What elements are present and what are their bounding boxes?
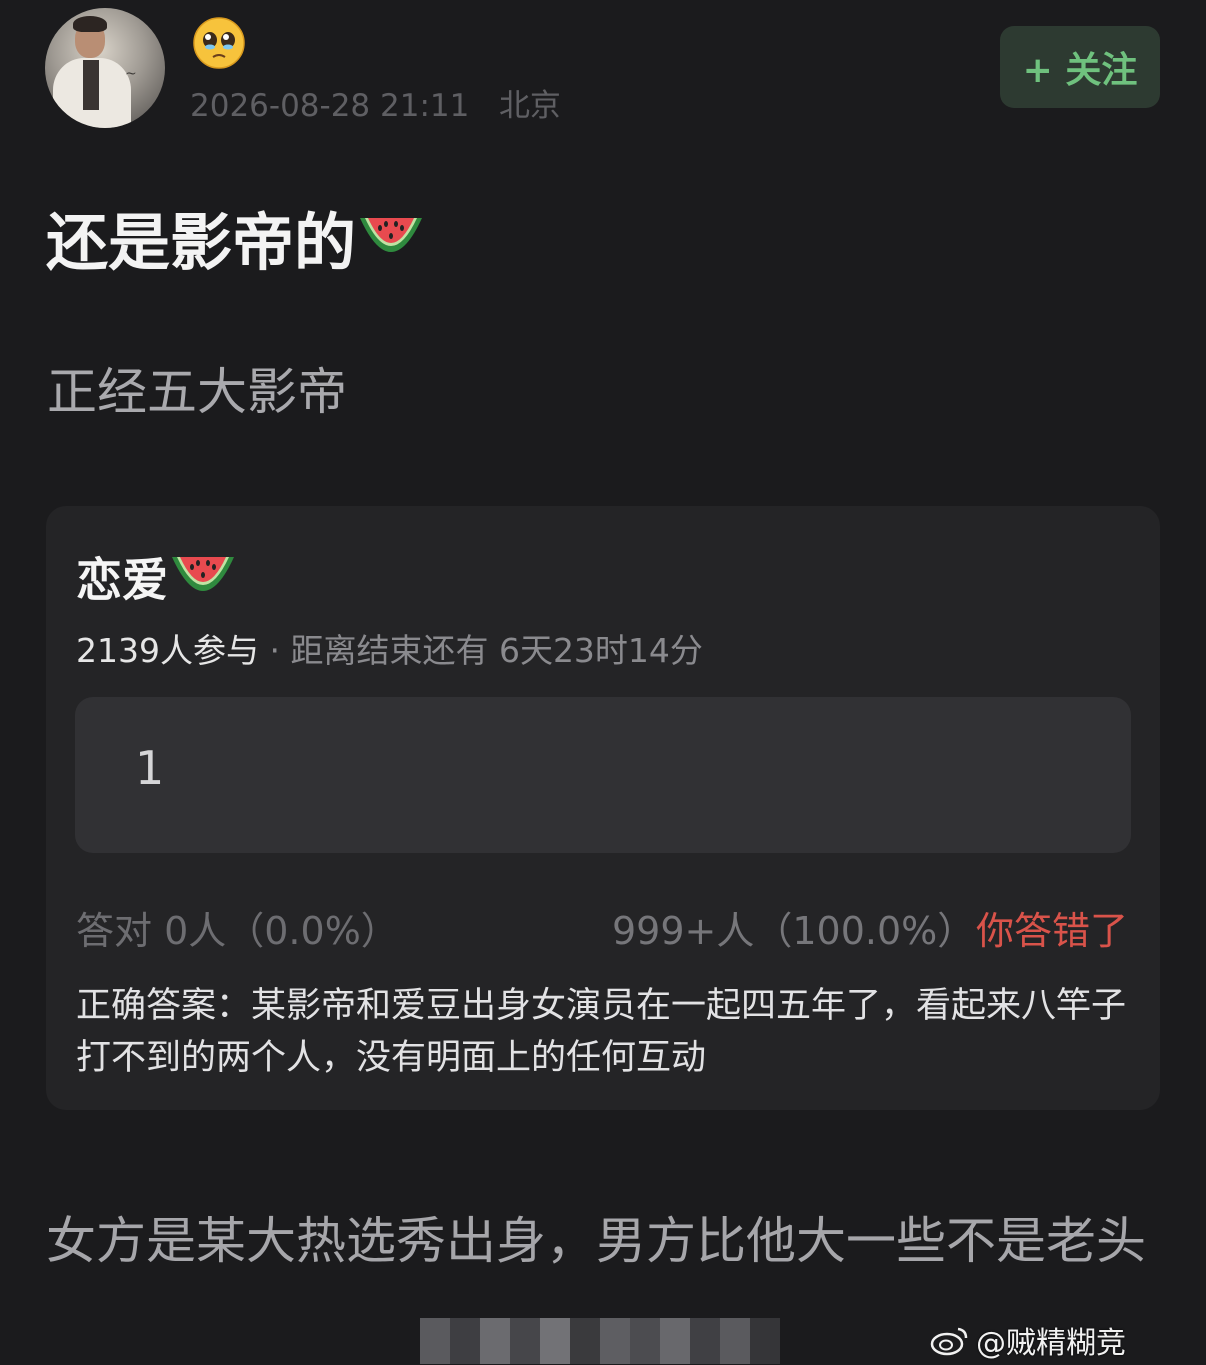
watermelon-icon (360, 218, 423, 252)
post-title-text: 还是影帝的 (46, 206, 357, 279)
post-title: 还是影帝的 (46, 192, 426, 282)
watermark-text: @贼精糊竞 (976, 1326, 1126, 1361)
wrong-stat: 999+人（100.0%） (612, 909, 976, 953)
post-timestamp: 2026-08-28 21:11 (190, 88, 470, 124)
avatar-shirt (83, 60, 99, 110)
avatar-signature-icon: ~ (125, 66, 137, 82)
quiz-option[interactable]: 1 (75, 697, 1131, 853)
watermelon-icon (172, 557, 234, 591)
follow-button[interactable]: + 关注 (1000, 26, 1160, 108)
quiz-title: 恋爱 (76, 544, 238, 610)
quiz-title-text: 恋爱 (76, 553, 168, 607)
post-page: ~ 2026-08-28 21:11 北京 + 关注 还是影帝的 正经五大影帝 (0, 0, 1206, 1365)
post-meta: 2026-08-28 21:11 北京 (190, 80, 561, 125)
quiz-card: 恋爱 2139人参与 · 距离结束还有 6天23时14分 1 答对 0人（0.0… (46, 506, 1160, 1110)
correct-stat: 答对 0人（0.0%） (76, 909, 399, 953)
weibo-watermark: @贼精糊竞 (930, 1318, 1126, 1362)
wrong-answer-label: 你答错了 (976, 909, 1129, 953)
correct-answer-text: 正确答案：某影帝和爱豆出身女演员在一起四五年了，看起来八竿子打不到的两个人，没有… (76, 986, 1127, 1078)
post-subtitle: 正经五大影帝 (47, 363, 347, 421)
blurred-content (420, 1318, 780, 1364)
participant-count: 2139人参与 (76, 631, 259, 670)
post-location: 北京 (498, 88, 561, 124)
pleading-face-icon (193, 17, 245, 69)
quiz-stats: 2139人参与 · 距离结束还有 6天23时14分 (76, 624, 703, 672)
user-avatar[interactable]: ~ (45, 8, 165, 128)
quiz-option-text: 1 (135, 741, 165, 795)
avatar-hair (73, 16, 107, 32)
time-remaining: · 距离结束还有 6天23时14分 (258, 631, 703, 670)
weibo-logo-icon (930, 1327, 968, 1356)
post-body-text: 女方是某大热选秀出身，男方比他大一些不是老头 (46, 1212, 1146, 1270)
